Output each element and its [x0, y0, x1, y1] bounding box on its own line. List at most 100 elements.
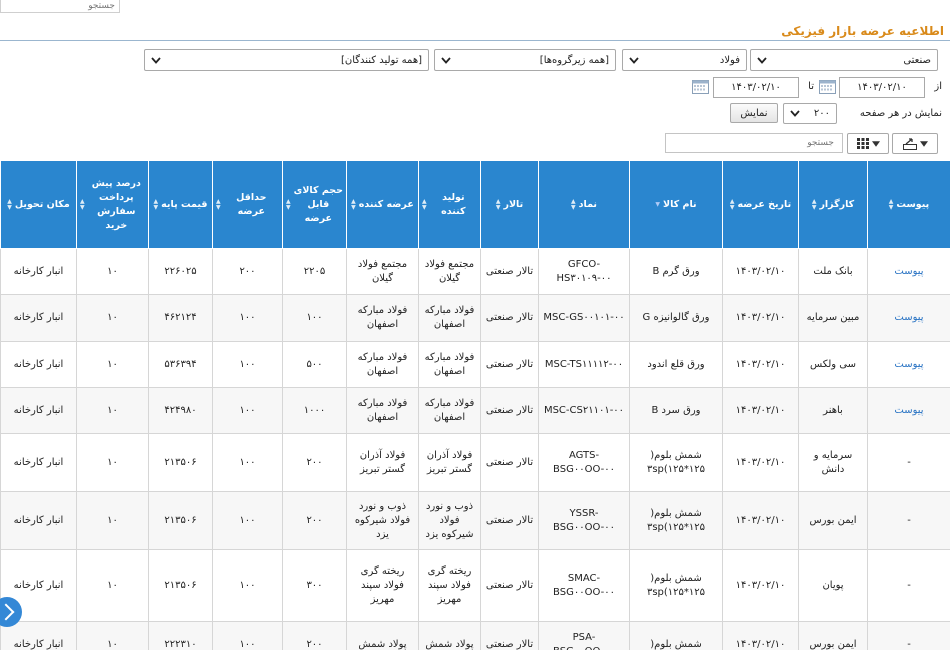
column-header[interactable]: درصد پیش پرداخت سفارش خرید ▲ ▼: [76, 160, 149, 249]
table-row[interactable]: پیوست سی ولکس ۱۴۰۳/۰۲/۱۰ ورق قلع اندود MSC-T…: [0, 341, 950, 388]
table-cell: فولاد مبارکه اصفهان: [418, 341, 481, 388]
hall-select[interactable]: صنعتی: [750, 49, 938, 71]
grid-search-input[interactable]: [666, 134, 842, 152]
sort-icon: ▲ ▼: [216, 197, 221, 211]
table-cell: ۱۰۰: [282, 294, 347, 342]
sort-desc-icon: ▼: [655, 200, 661, 208]
per-page-select[interactable]: ۲۰۰: [783, 103, 837, 124]
table-cell: ۲۰۰: [282, 491, 347, 550]
table-cell: ۳۰۰: [282, 549, 347, 622]
table-cell: ۵۰۰: [282, 341, 347, 388]
top-search-box[interactable]: [0, 0, 120, 13]
table-cell: ایمن بورس: [798, 491, 868, 550]
export-button[interactable]: [892, 133, 938, 154]
table-cell: ورق گرم B: [629, 248, 723, 295]
table-cell: ۲۰۰: [282, 621, 347, 650]
table-cell: -: [867, 621, 950, 650]
calendar-icon[interactable]: [819, 80, 836, 94]
sort-icon: ▲ ▼: [495, 197, 501, 211]
column-header[interactable]: تولید کننده ▲ ▼: [418, 160, 481, 249]
table-cell: فولاد مبارکه اصفهان: [418, 294, 481, 342]
table-cell: GFCO-HS۳۰۱۰۹-۰۰: [538, 248, 630, 295]
table-cell: انبار کارخانه: [0, 294, 77, 342]
column-header[interactable]: پیوست ▲ ▼: [867, 160, 950, 249]
table-row[interactable]: - سرمایه و دانش ۱۴۰۳/۰۲/۱۰ شمش بلوم( ۳sp(۱۲…: [0, 433, 950, 492]
table-row[interactable]: پیوست بانک ملت ۱۴۰۳/۰۲/۱۰ ورق گرم B GFCO-HS۳…: [0, 248, 950, 295]
table-cell: YSSR-BSG۰۰OO-۰۰: [538, 491, 630, 550]
column-header[interactable]: حجم کالای قابل عرضه ▲ ▼: [282, 160, 347, 249]
table-cell: ۱۰: [76, 248, 149, 295]
attachment-link[interactable]: پیوست: [894, 359, 923, 370]
column-header[interactable]: نام کالا ▼: [629, 160, 723, 249]
date-to-value: ۱۴۰۳/۰۲/۱۰: [731, 82, 781, 93]
table-cell: ۱۰۰: [212, 433, 283, 492]
table-cell: تالار صنعتی: [480, 621, 539, 650]
table-row[interactable]: پیوست باهنر ۱۴۰۳/۰۲/۱۰ ورق سرد B MSC-CS۲۱۱۰۱…: [0, 387, 950, 434]
columns-button[interactable]: [847, 133, 889, 154]
table-cell: تالار صنعتی: [480, 387, 539, 434]
column-header[interactable]: تالار ▲ ▼: [480, 160, 539, 249]
sort-icon: ▲ ▼: [286, 197, 291, 211]
table-cell: شمش بلوم( ۳sp(۱۲۵*۱۲۵: [629, 433, 723, 492]
table-cell: ۱۰۰: [212, 387, 283, 434]
table-cell: MSC-CS۲۱۱۰۱-۰۰: [538, 387, 630, 434]
table-cell: انبار کارخانه: [0, 433, 77, 492]
table-row[interactable]: - پویان ۱۴۰۳/۰۲/۱۰ شمش بلوم( ۳sp(۱۲۵*۱۲۵ SMA…: [0, 549, 950, 622]
table-cell: فولاد آذران گستر تبریز: [418, 433, 481, 492]
chevron-down-icon: [151, 55, 161, 65]
group-select[interactable]: فولاد: [622, 49, 747, 71]
sort-icon: ▲ ▼: [811, 197, 817, 211]
column-header[interactable]: کارگزار ▲ ▼: [798, 160, 868, 249]
symbol-text: PSA-BSG۰۰OO-۰۰: [553, 631, 615, 650]
column-header-label: تاریخ عرضه: [737, 198, 792, 210]
table-cell: مبین سرمایه: [798, 294, 868, 342]
table-row[interactable]: -ایمن بورس۱۴۰۳/۰۲/۱۰شمش بلوم(PSA-BSG۰۰OO…: [0, 621, 950, 650]
table-cell: ۴۲۴۹۸۰: [148, 387, 213, 434]
date-from-input[interactable]: ۱۴۰۳/۰۲/۱۰: [839, 77, 925, 98]
subgroup-select[interactable]: [همه زیرگروه‌ها]: [434, 49, 616, 71]
table-cell: انبار کارخانه: [0, 341, 77, 388]
producer-select[interactable]: [همه تولید کنندگان]: [144, 49, 429, 71]
top-search-input[interactable]: [1, 0, 119, 12]
table-cell: ۱۰: [76, 433, 149, 492]
column-header[interactable]: قیمت پایه ▲ ▼: [148, 160, 213, 249]
column-header-label: قیمت پایه: [161, 198, 208, 210]
table-cell: ورق گالوانیزه G: [629, 294, 723, 342]
table-cell: ۱۴۰۳/۰۲/۱۰: [722, 248, 799, 295]
table-cell: ذوب و نورد فولاد شیرکوه یزد: [346, 491, 419, 550]
table-cell: تالار صنعتی: [480, 433, 539, 492]
symbol-text: GFCO-HS۳۰۱۰۹-۰۰: [556, 258, 612, 284]
table-cell: ۱۰۰۰: [282, 387, 347, 434]
table-cell: ۱۴۰۳/۰۲/۱۰: [722, 433, 799, 492]
group-select-value: فولاد: [719, 54, 740, 66]
table-row[interactable]: پیوست مبین سرمایه ۱۴۰۳/۰۲/۱۰ ورق گالوانیزه …: [0, 294, 950, 342]
table-cell: PSA-BSG۰۰OO-۰۰: [538, 621, 630, 650]
attachment-link[interactable]: پیوست: [894, 405, 923, 416]
table-cell: پویان: [798, 549, 868, 622]
table-cell: MSC-TS۱۱۱۱۲-۰۰: [538, 341, 630, 388]
table-cell: ۱۰: [76, 387, 149, 434]
table-cell: ۴۶۲۱۲۴: [148, 294, 213, 342]
table-cell: پولاد شمش: [346, 621, 419, 650]
date-to-input[interactable]: ۱۴۰۳/۰۲/۱۰: [713, 77, 799, 98]
per-page-value: ۲۰۰: [813, 108, 830, 119]
column-header[interactable]: تاریخ عرضه ▲ ▼: [722, 160, 799, 249]
table-row[interactable]: - ایمن بورس ۱۴۰۳/۰۲/۱۰ شمش بلوم( ۳sp(۱۲۵*۱۲…: [0, 491, 950, 550]
symbol-text: AGTS-BSG۰۰OO-۰۰: [553, 449, 615, 475]
column-header[interactable]: مکان تحویل ▲ ▼: [0, 160, 77, 249]
table-cell: ۲۰۰: [282, 433, 347, 492]
table-cell: تالار صنعتی: [480, 549, 539, 622]
grid-search-box[interactable]: [665, 133, 843, 153]
show-button[interactable]: نمایش: [730, 103, 778, 123]
column-header[interactable]: عرضه کننده ▲ ▼: [346, 160, 419, 249]
column-header[interactable]: حداقل عرضه ▲ ▼: [212, 160, 283, 249]
attachment-link[interactable]: پیوست: [894, 312, 923, 323]
table-cell: باهنر: [798, 387, 868, 434]
table-cell: ۱۰: [76, 549, 149, 622]
column-header[interactable]: نماد ▲ ▼: [538, 160, 630, 249]
table-cell: مجتمع فولاد گیلان: [418, 248, 481, 295]
attachment-link[interactable]: پیوست: [894, 266, 923, 277]
calendar-icon[interactable]: [692, 80, 709, 94]
table-cell: ۱۴۰۳/۰۲/۱۰: [722, 549, 799, 622]
caret-down-icon: [919, 140, 928, 147]
